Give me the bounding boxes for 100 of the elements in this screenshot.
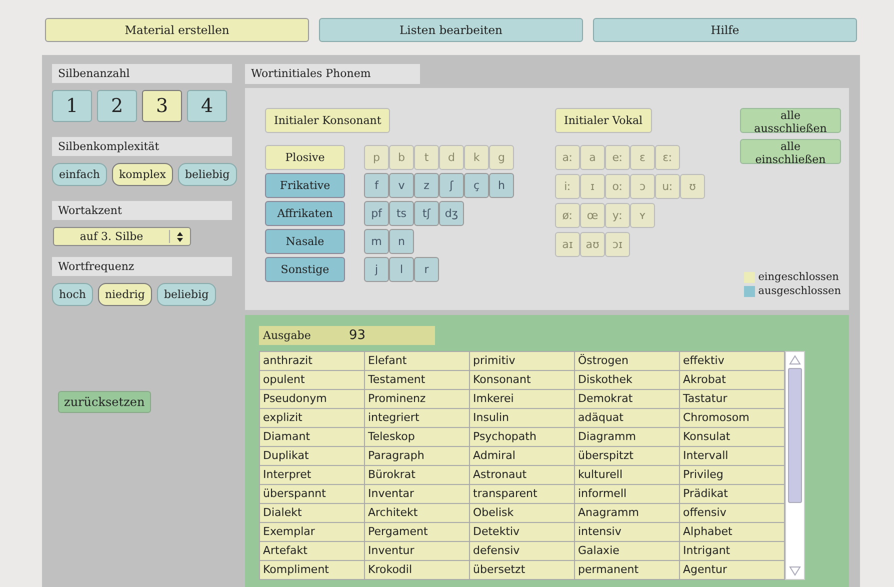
option-button[interactable]: 4 bbox=[187, 90, 227, 122]
table-cell: informell bbox=[574, 484, 680, 504]
tab[interactable]: Material erstellen bbox=[45, 18, 309, 42]
phoneme-button[interactable]: r bbox=[414, 257, 439, 282]
table-cell: Konsulat bbox=[680, 428, 784, 446]
phoneme-button[interactable]: k bbox=[464, 145, 489, 170]
category-button[interactable]: Nasale bbox=[265, 229, 345, 254]
phoneme-button[interactable]: p bbox=[364, 145, 389, 170]
phoneme-button[interactable]: h bbox=[489, 173, 514, 198]
phoneme-button[interactable]: a bbox=[580, 145, 605, 170]
table-cell: Prominenz bbox=[364, 390, 470, 408]
option-button[interactable]: niedrig bbox=[98, 283, 152, 306]
table-cell: Artefakt bbox=[260, 542, 364, 560]
section-label: Silbenanzahl bbox=[52, 64, 232, 83]
table-cell: effektiv bbox=[680, 352, 784, 370]
phoneme-button[interactable]: ɔɪ bbox=[605, 232, 630, 257]
phoneme-button[interactable]: dʒ bbox=[439, 201, 464, 226]
table-cell: kulturell bbox=[574, 466, 680, 484]
phoneme-button[interactable]: aʊ bbox=[580, 232, 605, 257]
phoneme-button[interactable]: b bbox=[389, 145, 414, 170]
phoneme-button[interactable]: œ bbox=[580, 203, 605, 228]
table-cell: Pseudonym bbox=[260, 390, 364, 408]
phoneme-button[interactable]: aɪ bbox=[555, 232, 580, 257]
table-cell: Elefant bbox=[364, 352, 470, 370]
option-button[interactable]: hoch bbox=[52, 283, 93, 306]
table-cell: Inventar bbox=[364, 484, 470, 504]
phoneme-button[interactable]: n bbox=[389, 229, 414, 254]
category-button[interactable]: Sonstige bbox=[265, 257, 345, 282]
table-cell: adäquat bbox=[574, 408, 680, 428]
table-cell: Paragraph bbox=[364, 446, 470, 466]
table-cell: Diskothek bbox=[574, 370, 680, 390]
section-label: Wortakzent bbox=[52, 201, 232, 220]
table-cell: Admiral bbox=[470, 446, 574, 466]
scroll-up-icon[interactable] bbox=[789, 355, 801, 365]
table-cell: Interpret bbox=[260, 466, 364, 484]
option-button[interactable]: 1 bbox=[52, 90, 92, 122]
phoneme-button[interactable]: ɪ bbox=[580, 174, 605, 199]
phoneme-button[interactable]: ɔ bbox=[630, 174, 655, 199]
phoneme-button[interactable]: pf bbox=[364, 201, 389, 226]
table-cell: Prädikat bbox=[680, 484, 784, 504]
action-button[interactable]: alle einschließen bbox=[740, 139, 841, 164]
phoneme-button[interactable]: t bbox=[414, 145, 439, 170]
phoneme-button[interactable]: uː bbox=[655, 174, 680, 199]
category-button[interactable]: Plosive bbox=[265, 145, 345, 170]
table-cell: Dialekt bbox=[260, 504, 364, 522]
table-cell: Alphabet bbox=[680, 522, 784, 542]
phoneme-button[interactable]: m bbox=[364, 229, 389, 254]
category-button[interactable]: Initialer Konsonant bbox=[265, 108, 390, 133]
table-cell: Imkerei bbox=[470, 390, 574, 408]
tab[interactable]: Listen bearbeiten bbox=[319, 18, 583, 42]
tab[interactable]: Hilfe bbox=[593, 18, 857, 42]
table-cell: transparent bbox=[470, 484, 574, 504]
phoneme-button[interactable]: iː bbox=[555, 174, 580, 199]
stepper-icon[interactable] bbox=[176, 230, 184, 242]
category-button[interactable]: Frikative bbox=[265, 173, 345, 198]
category-button[interactable]: Affrikaten bbox=[265, 201, 345, 226]
scroll-thumb[interactable] bbox=[788, 368, 802, 503]
stress-dropdown[interactable]: auf 3. Silbe bbox=[53, 227, 191, 246]
phoneme-button[interactable]: l bbox=[389, 257, 414, 282]
phoneme-button[interactable]: oː bbox=[605, 174, 630, 199]
reset-button[interactable]: zurücksetzen bbox=[58, 391, 151, 413]
legend-label: ausgeschlossen bbox=[758, 285, 841, 297]
phoneme-button[interactable]: øː bbox=[555, 203, 580, 228]
phoneme-button[interactable]: v bbox=[389, 173, 414, 198]
category-button[interactable]: Initialer Vokal bbox=[555, 108, 652, 133]
table-cell: integriert bbox=[364, 408, 470, 428]
option-button[interactable]: einfach bbox=[52, 163, 107, 186]
phoneme-button[interactable]: ɛː bbox=[655, 145, 680, 170]
table-cell: Akrobat bbox=[680, 370, 784, 390]
table-cell: Bürokrat bbox=[364, 466, 470, 484]
section-label: Wortinitiales Phonem bbox=[245, 64, 420, 84]
phoneme-button[interactable]: j bbox=[364, 257, 389, 282]
phoneme-button[interactable]: ç bbox=[464, 173, 489, 198]
table-cell: Privileg bbox=[680, 466, 784, 484]
option-button[interactable]: komplex bbox=[112, 163, 173, 186]
table-cell: Pergament bbox=[364, 522, 470, 542]
option-button[interactable]: 3 bbox=[142, 90, 182, 122]
option-button[interactable]: 2 bbox=[97, 90, 137, 122]
table-cell: Diamant bbox=[260, 428, 364, 446]
phoneme-button[interactable]: yː bbox=[605, 203, 630, 228]
phoneme-button[interactable]: d bbox=[439, 145, 464, 170]
phoneme-button[interactable]: eː bbox=[605, 145, 630, 170]
phoneme-button[interactable]: tʃ bbox=[414, 201, 439, 226]
phoneme-button[interactable]: f bbox=[364, 173, 389, 198]
scrollbar[interactable] bbox=[785, 351, 805, 580]
phoneme-button[interactable]: aː bbox=[555, 145, 580, 170]
phoneme-button[interactable]: ʏ bbox=[630, 203, 655, 228]
option-button[interactable]: beliebig bbox=[178, 163, 237, 186]
phoneme-button[interactable]: ʃ bbox=[439, 173, 464, 198]
phoneme-button[interactable]: ɛ bbox=[630, 145, 655, 170]
phoneme-button[interactable]: ts bbox=[389, 201, 414, 226]
phoneme-button[interactable]: g bbox=[489, 145, 514, 170]
table-cell: offensiv bbox=[680, 504, 784, 522]
option-button[interactable]: beliebig bbox=[156, 283, 216, 306]
phoneme-button[interactable]: ʊ bbox=[680, 174, 705, 199]
legend-label: eingeschlossen bbox=[758, 271, 839, 283]
action-button[interactable]: alle ausschließen bbox=[740, 108, 841, 133]
table-cell: primitiv bbox=[470, 352, 574, 370]
phoneme-button[interactable]: z bbox=[414, 173, 439, 198]
scroll-down-icon[interactable] bbox=[789, 566, 801, 576]
